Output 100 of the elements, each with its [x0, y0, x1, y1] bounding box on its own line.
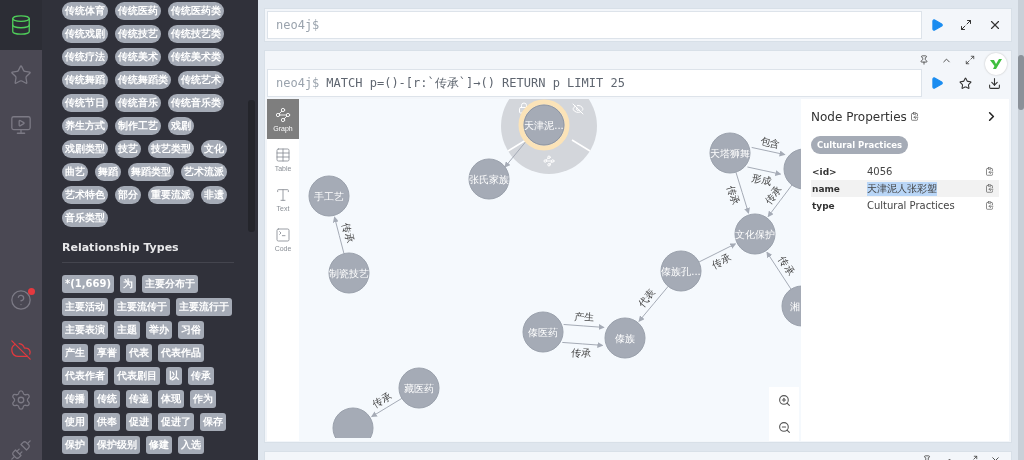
- node-label-tag[interactable]: 传统技艺: [115, 25, 161, 43]
- graph-node[interactable]: [308, 175, 350, 217]
- property-key: name: [812, 183, 867, 194]
- relationship-type-tag[interactable]: 保护级别: [94, 436, 140, 454]
- copy-icon[interactable]: [985, 201, 994, 210]
- relationship-type-tag[interactable]: 代表: [126, 344, 152, 362]
- node-label-tag[interactable]: 戏剧: [168, 117, 194, 135]
- copy-icon[interactable]: [985, 184, 994, 193]
- relationship-type-tag[interactable]: 保存: [200, 413, 226, 431]
- node-label-tag[interactable]: 文化: [201, 140, 227, 158]
- node-label-tag[interactable]: 传统节日: [62, 94, 108, 112]
- node-label-tag[interactable]: 传统医药类: [168, 2, 224, 20]
- query-editor[interactable]: neo4j$: [267, 11, 922, 39]
- node-label-tag[interactable]: 部分: [115, 186, 141, 204]
- monitor-play-icon: [10, 114, 32, 136]
- relationship-type-tag[interactable]: 代表剧目: [114, 367, 160, 385]
- relationship-arrow[interactable]: [746, 166, 782, 176]
- node-label-tag[interactable]: 曲艺: [62, 163, 88, 181]
- node-label-tag[interactable]: 音乐类型: [62, 209, 108, 227]
- relationship-label: 传承: [725, 184, 742, 207]
- relationship-type-tag[interactable]: 代表作者: [62, 367, 108, 385]
- copy-icon[interactable]: [985, 167, 994, 176]
- relationship-type-tag[interactable]: 以: [166, 367, 182, 385]
- selection-ring: [518, 99, 570, 151]
- node-label-tag[interactable]: 传统医药: [115, 2, 161, 20]
- relationship-arrow[interactable]: [767, 184, 793, 218]
- sidebar-nav-button[interactable]: [0, 0, 42, 50]
- node-label-tag[interactable]: 非遗: [201, 186, 227, 204]
- copy-icon[interactable]: [909, 112, 919, 121]
- node-label: 傣族孔...: [661, 266, 701, 277]
- relationship-type-tag[interactable]: 为: [120, 275, 136, 293]
- node-label-tag[interactable]: 传统舞蹈类: [115, 71, 171, 89]
- graph-node[interactable]: [709, 132, 751, 174]
- scrollbar-thumb[interactable]: [1018, 55, 1024, 110]
- relationship-type-tag[interactable]: 促进了: [158, 413, 194, 431]
- node-label-tag[interactable]: 传统音乐: [115, 94, 161, 112]
- relationship-type-tag[interactable]: 保护: [62, 436, 88, 454]
- graph-node[interactable]: [468, 158, 510, 200]
- relationship-type-tag[interactable]: 供奉: [94, 413, 120, 431]
- eye-off-icon[interactable]: [573, 104, 583, 114]
- relationship-arrow[interactable]: [638, 285, 669, 322]
- relationship-type-tag[interactable]: 体现: [158, 390, 184, 408]
- node-label-tag[interactable]: 制作工艺: [115, 117, 161, 135]
- relationship-type-tag[interactable]: 主题: [114, 321, 140, 339]
- relationship-type-tag[interactable]: 举办: [146, 321, 172, 339]
- node-label-tag[interactable]: 戏剧类型: [62, 140, 108, 158]
- node-label-tag[interactable]: 重要流派: [148, 186, 194, 204]
- graph-node[interactable]: [332, 407, 374, 438]
- node-label-tag[interactable]: 技艺: [115, 140, 141, 158]
- graph-node[interactable]: [783, 148, 801, 190]
- relationship-type-tag[interactable]: 促进: [126, 413, 152, 431]
- relationship-type-tag[interactable]: 主要表演: [62, 321, 108, 339]
- relationship-type-tag[interactable]: 代表作品: [158, 344, 204, 362]
- relationship-arrow[interactable]: [504, 140, 527, 168]
- relationship-type-tag[interactable]: 享誉: [94, 344, 120, 362]
- node-label-tag[interactable]: 传统舞蹈: [62, 71, 108, 89]
- node-label-tag[interactable]: 传统体育: [62, 2, 108, 20]
- expand-graph-icon[interactable]: [544, 156, 554, 166]
- node-label-tag[interactable]: 舞蹈: [95, 163, 121, 181]
- query-editor[interactable]: neo4j$ MATCH p=()-[r:`传承`]→() RETURN p LIMIT 25: [267, 69, 922, 97]
- node-label-tag[interactable]: 传统疗法: [62, 48, 108, 66]
- relationship-type-tag[interactable]: 主要流行于: [176, 298, 232, 316]
- relationship-type-tag[interactable]: 传统: [94, 390, 120, 408]
- node-label-tag[interactable]: 传统美术类: [168, 48, 224, 66]
- node-label: 藏医药: [404, 383, 434, 394]
- relationship-type-tag[interactable]: 习俗: [178, 321, 204, 339]
- node-label-tag[interactable]: 养生方式: [62, 117, 108, 135]
- relationship-type-tag[interactable]: 修建: [146, 436, 172, 454]
- graph-node[interactable]: [734, 213, 776, 255]
- graph-node[interactable]: [328, 252, 370, 294]
- graph-node[interactable]: [523, 104, 565, 146]
- relationship-type-tag[interactable]: 传播: [62, 390, 88, 408]
- node-label-tag[interactable]: 传统戏剧: [62, 25, 108, 43]
- maximize-icon: [959, 19, 972, 31]
- node-label-tag[interactable]: 传统艺术: [178, 71, 224, 89]
- relationship-type-tag[interactable]: 主要活动: [62, 298, 108, 316]
- relationship-arrow[interactable]: [561, 341, 604, 348]
- node-label-tag[interactable]: 舞蹈类型: [128, 163, 174, 181]
- relationship-type-tag[interactable]: *(1,669): [62, 275, 114, 293]
- lock-icon[interactable]: [519, 103, 529, 113]
- node-label-tag[interactable]: Cultural Practices: [811, 136, 909, 154]
- node-label-tag[interactable]: 传统技艺类: [168, 25, 224, 43]
- relationship-type-tag[interactable]: 主要流传于: [114, 298, 170, 316]
- relationship-type-tag[interactable]: 传承: [188, 367, 214, 385]
- node-label-tag[interactable]: 技艺类型: [148, 140, 194, 158]
- graph-node[interactable]: [398, 367, 440, 409]
- node-label-tag[interactable]: 传统美术: [115, 48, 161, 66]
- node-label-tag[interactable]: 传统音乐类: [168, 94, 224, 112]
- relationship-type-tag[interactable]: 作为: [190, 390, 216, 408]
- graph-node[interactable]: [522, 311, 564, 353]
- relationship-arrow[interactable]: [563, 324, 605, 331]
- graph-node[interactable]: [604, 317, 646, 359]
- relationship-type-tag[interactable]: 使用: [62, 413, 88, 431]
- graph-node[interactable]: [660, 250, 702, 292]
- node-label-tag[interactable]: 艺术流派: [181, 163, 227, 181]
- node-label-tag[interactable]: 艺术特色: [62, 186, 108, 204]
- relationship-type-tag[interactable]: 入选: [178, 436, 204, 454]
- relationship-type-tag[interactable]: 主要分布于: [142, 275, 198, 293]
- relationship-type-tag[interactable]: 产生: [62, 344, 88, 362]
- relationship-type-tag[interactable]: 传递: [126, 390, 152, 408]
